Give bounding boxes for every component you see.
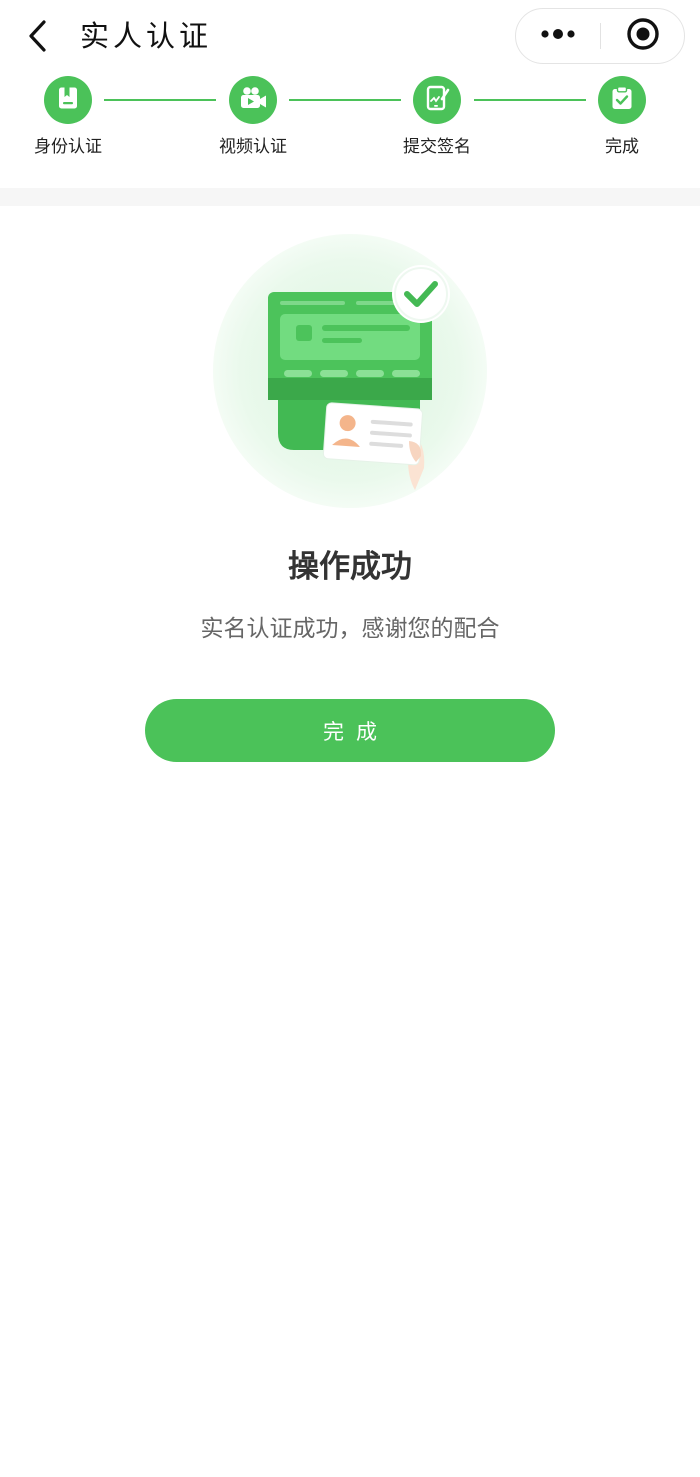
step-identity: 身份认证 — [8, 76, 128, 159]
clipboard-check-icon — [609, 85, 635, 115]
step-circle — [44, 76, 92, 124]
chevron-left-icon — [20, 14, 60, 58]
more-dots-icon — [538, 26, 578, 46]
step-video: 视频认证 — [193, 76, 313, 159]
tablet-signature-icon — [423, 84, 451, 116]
step-complete: 完成 — [562, 76, 682, 159]
navigation-bar: 实人认证 — [0, 0, 700, 72]
video-camera-icon — [238, 85, 268, 115]
done-button[interactable]: 完成 — [145, 699, 555, 762]
page-title: 实人认证 — [80, 19, 213, 53]
more-menu-button[interactable] — [516, 9, 600, 63]
close-mini-program-button[interactable] — [601, 9, 685, 63]
step-label: 完成 — [605, 137, 639, 157]
step-label: 提交签名 — [403, 137, 471, 157]
id-card-reader-success-icon — [210, 228, 500, 518]
back-button[interactable] — [20, 14, 60, 58]
result-description: 实名认证成功，感谢您的配合 — [200, 616, 500, 642]
step-label: 视频认证 — [219, 137, 287, 157]
step-signature: 提交签名 — [377, 76, 497, 159]
verification-steps: 身份认证 视频认证 提交签名 完成 — [0, 72, 700, 188]
step-circle — [413, 76, 461, 124]
target-circle-icon — [626, 17, 660, 55]
result-title: 操作成功 — [288, 549, 412, 585]
mini-program-capsule — [515, 8, 685, 64]
id-card-icon — [55, 85, 81, 115]
step-circle — [598, 76, 646, 124]
step-label: 身份认证 — [34, 137, 102, 157]
step-circle — [229, 76, 277, 124]
section-divider — [0, 188, 700, 206]
